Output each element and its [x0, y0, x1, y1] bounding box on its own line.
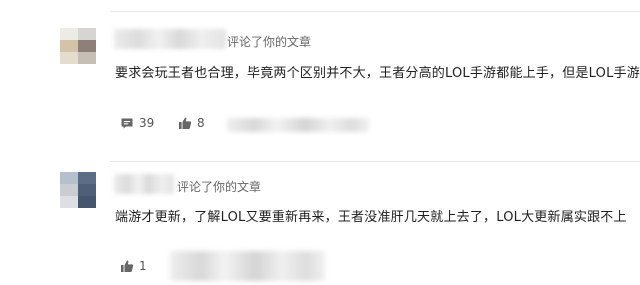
thumbs-up-icon: [121, 260, 134, 272]
username-blurred[interactable]: [114, 29, 226, 49]
username-blurred[interactable]: [114, 174, 174, 194]
thumbs-up-icon: [179, 117, 192, 129]
blurred-region: [227, 118, 369, 132]
comment-item: 评论了你的文章 要求会玩王者也合理，毕竟两个区别并不大，王者分高的LOL手游都能…: [0, 0, 640, 150]
comment-item: 评论了你的文章 端游才更新，了解LOL又要重新再来，王者没准肝几天就上去了，LO…: [0, 150, 640, 285]
like-button[interactable]: 1: [120, 259, 147, 273]
comment-action-label: 评论了你的文章: [177, 180, 262, 194]
like-button[interactable]: 8: [178, 116, 205, 130]
divider: [110, 161, 640, 162]
comments-page: 评论了你的文章 要求会玩王者也合理，毕竟两个区别并不大，王者分高的LOL手游都能…: [0, 0, 640, 285]
like-count: 1: [139, 259, 147, 273]
avatar[interactable]: [60, 28, 96, 64]
blurred-region: [170, 251, 325, 281]
divider: [110, 11, 640, 12]
comment-text: 端游才更新，了解LOL又要重新再来，王者没准肝几天就上去了，LOL大更新属实跟不…: [115, 210, 627, 225]
avatar[interactable]: [60, 172, 96, 208]
reply-button[interactable]: 39: [120, 116, 154, 130]
like-count: 8: [197, 116, 205, 130]
comment-icon: [121, 118, 133, 129]
reply-count: 39: [139, 116, 155, 130]
comment-action-label: 评论了你的文章: [227, 35, 312, 49]
comment-text: 要求会玩王者也合理，毕竟两个区别并不大，王者分高的LOL手游都能上手，但是LOL…: [115, 66, 640, 81]
